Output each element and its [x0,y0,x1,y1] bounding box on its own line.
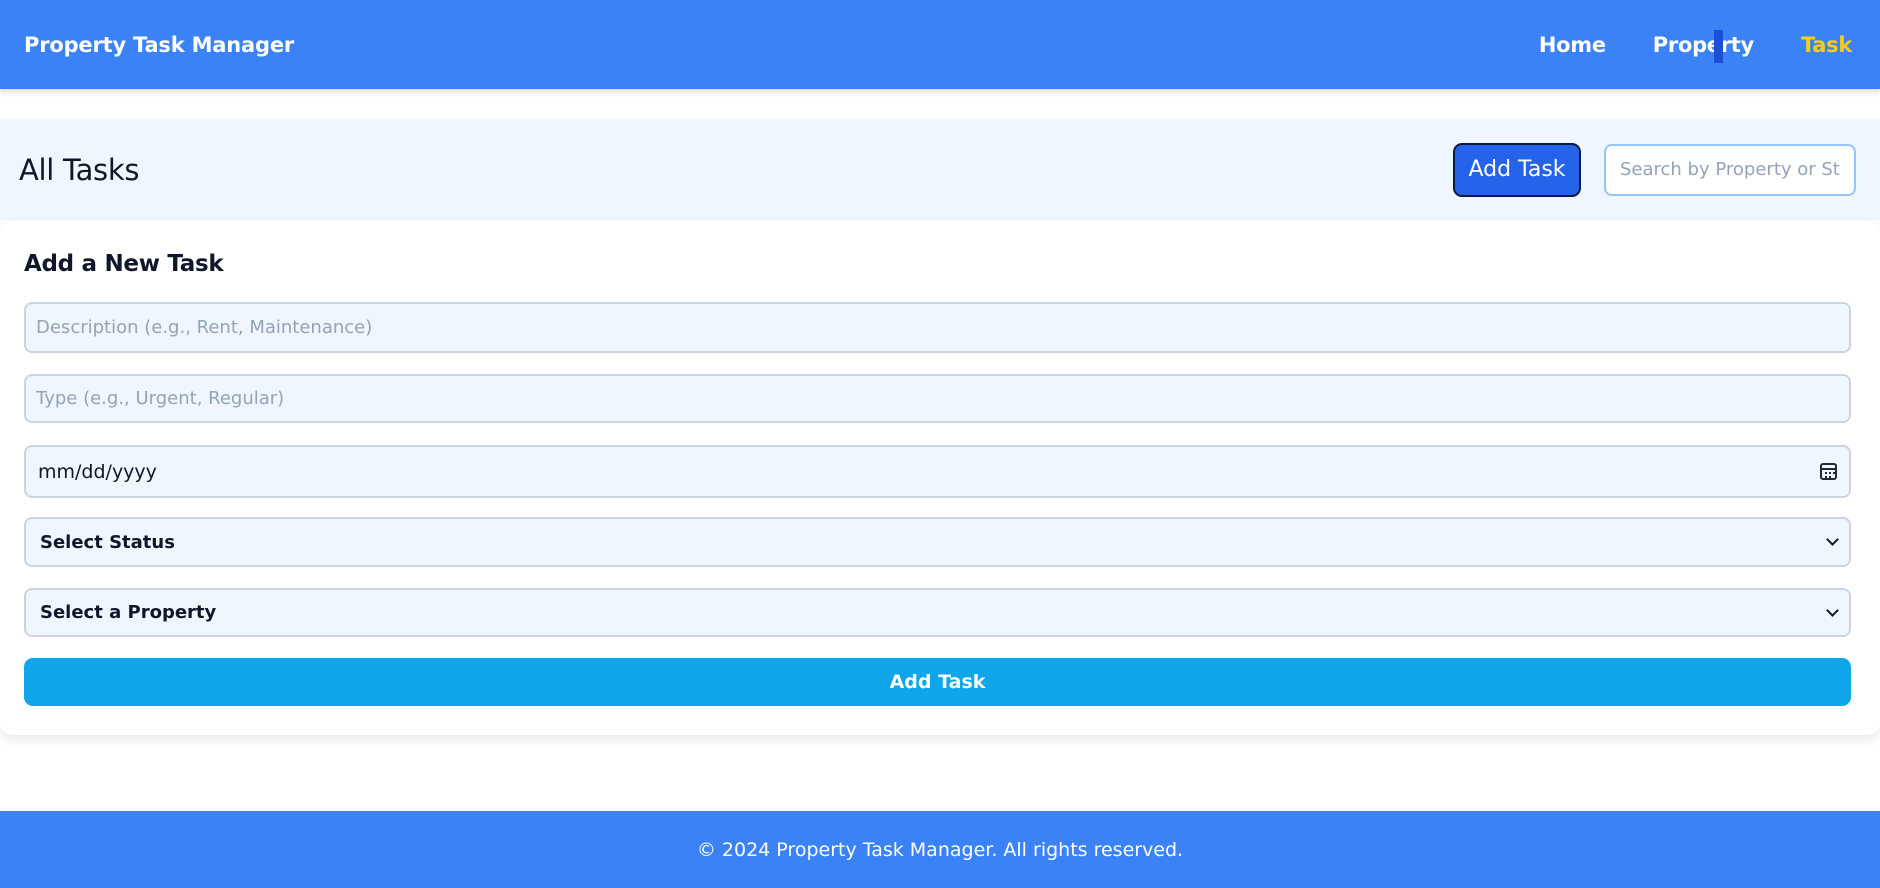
submit-task-button[interactable]: Add Task [24,658,1851,706]
add-task-button[interactable]: Add Task [1453,142,1581,197]
header: Property Task Manager Home Property Task [0,0,1880,89]
chevron-down-icon [1826,603,1839,617]
main-nav: Home Property Task [1539,29,1852,63]
type-input[interactable] [24,374,1851,423]
search-input[interactable] [1604,143,1856,196]
form-title: Add a New Task [24,251,224,277]
date-value: mm/dd/yyyy [38,460,157,483]
description-input[interactable] [24,302,1851,353]
chevron-down-icon [1826,533,1839,546]
nav-home[interactable]: Home [1539,33,1606,57]
footer-copyright: © 2024 Property Task Manager. All rights… [696,838,1184,861]
tasks-toolbar: All Tasks Add Task [0,119,1880,220]
calendar-icon[interactable] [1820,463,1837,480]
toolbar-actions: Add Task [1453,142,1856,197]
page-title: All Tasks [19,152,140,187]
nav-property-label: Property [1652,32,1754,57]
nav-task[interactable]: Task [1801,33,1852,57]
add-task-form: Add a New Task mm/dd/yyyy Select Status … [0,221,1880,735]
brand-title: Property Task Manager [24,32,295,57]
footer: © 2024 Property Task Manager. All rights… [0,811,1880,888]
property-select[interactable]: Select a Property [24,588,1851,637]
property-select-value: Select a Property [40,602,217,623]
nav-property[interactable]: Property [1652,29,1754,63]
status-select[interactable]: Select Status [24,517,1851,567]
text-cursor [1713,29,1723,63]
status-select-value: Select Status [40,531,175,553]
date-input[interactable]: mm/dd/yyyy [24,445,1851,498]
